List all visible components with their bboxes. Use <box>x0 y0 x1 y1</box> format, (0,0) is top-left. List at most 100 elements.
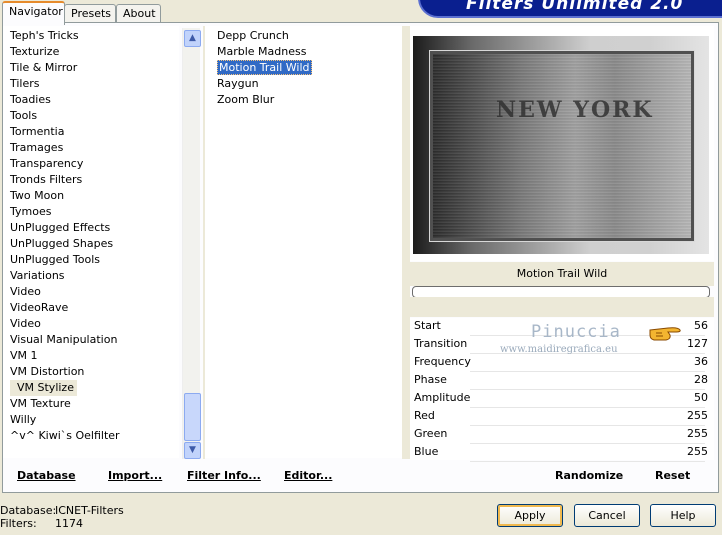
category-item[interactable]: VM Stylize <box>3 380 179 396</box>
category-item[interactable]: Visual Manipulation <box>3 332 179 348</box>
reset-button[interactable]: Reset <box>655 469 690 482</box>
cancel-button[interactable]: Cancel <box>574 504 640 527</box>
category-item[interactable]: UnPlugged Tools <box>3 252 179 268</box>
category-label: Tools <box>10 109 38 122</box>
editor-button[interactable]: Editor... <box>284 469 332 482</box>
category-item[interactable]: Tormentia <box>3 124 179 140</box>
filter-item[interactable]: Raygun <box>205 76 402 92</box>
filter-item[interactable]: Motion Trail Wild <box>205 60 402 76</box>
category-item[interactable]: Toadies <box>3 92 179 108</box>
category-label: UnPlugged Effects <box>10 221 111 234</box>
category-item[interactable]: Teph's Tricks <box>3 28 179 44</box>
preview-picture: NEW YORK <box>429 50 695 242</box>
category-label: UnPlugged Shapes <box>10 237 114 250</box>
filter-label: Motion Trail Wild <box>217 60 312 75</box>
param-value: 127 <box>687 337 708 350</box>
category-label: Transparency <box>10 157 84 170</box>
watermark-url: www.maidiregrafica.eu <box>500 344 618 355</box>
category-label: Video <box>10 317 41 330</box>
scroll-thumb[interactable] <box>184 393 201 441</box>
category-label: Toadies <box>10 93 51 106</box>
category-label: Teph's Tricks <box>10 29 79 42</box>
category-item[interactable]: Variations <box>3 268 179 284</box>
category-label: VM Stylize <box>10 380 77 396</box>
category-item[interactable]: Tronds Filters <box>3 172 179 188</box>
import-button[interactable]: Import... <box>108 469 162 482</box>
randomize-button[interactable]: Randomize <box>555 469 623 482</box>
app-title: Filters Unlimited 2.0 <box>466 0 684 14</box>
preview-image: NEW YORK <box>413 36 709 254</box>
scroll-up-button[interactable]: ▲ <box>184 30 201 47</box>
param-value: 36 <box>694 355 708 368</box>
param-row[interactable]: Amplitude 50 <box>410 390 714 408</box>
param-value: 56 <box>694 319 708 332</box>
filter-item[interactable]: Zoom Blur <box>205 92 402 108</box>
param-name: Amplitude <box>414 391 471 404</box>
param-name: Blue <box>414 445 439 458</box>
category-item[interactable]: VM Texture <box>3 396 179 412</box>
category-item[interactable]: VM 1 <box>3 348 179 364</box>
category-label: Willy <box>10 413 37 426</box>
param-name: Start <box>414 319 441 332</box>
filter-item[interactable]: Depp Crunch <box>205 28 402 44</box>
category-label: Tymoes <box>10 205 52 218</box>
param-row[interactable]: Phase 28 <box>410 372 714 390</box>
category-label: Variations <box>10 269 65 282</box>
category-item[interactable]: UnPlugged Effects <box>3 220 179 236</box>
category-label: Two Moon <box>10 189 65 202</box>
param-row[interactable]: Red 255 <box>410 408 714 426</box>
scroll-down-button[interactable]: ▼ <box>184 442 201 459</box>
param-row[interactable]: Frequency 36 <box>410 354 714 372</box>
param-row[interactable]: Blue 255 <box>410 444 714 462</box>
category-label: VideoRave <box>10 301 69 314</box>
category-item[interactable]: Tools <box>3 108 179 124</box>
filter-label: Depp Crunch <box>217 29 289 42</box>
category-item[interactable]: Willy <box>3 412 179 428</box>
filter-info-button[interactable]: Filter Info... <box>187 469 261 482</box>
category-item[interactable]: Transparency <box>3 156 179 172</box>
param-row[interactable]: Green 255 <box>410 426 714 444</box>
category-item[interactable]: Tymoes <box>3 204 179 220</box>
category-item[interactable]: Tramages <box>3 140 179 156</box>
category-item[interactable]: Tilers <box>3 76 179 92</box>
apply-button[interactable]: Apply <box>497 504 563 527</box>
param-value: 255 <box>687 427 708 440</box>
filter-item[interactable]: Marble Madness <box>205 44 402 60</box>
help-button[interactable]: Help <box>650 504 716 527</box>
filters-count-value: 1174 <box>55 517 83 530</box>
category-item[interactable]: Video <box>3 316 179 332</box>
category-item[interactable]: Video <box>3 284 179 300</box>
category-item[interactable]: Tile & Mirror <box>3 60 179 76</box>
category-item[interactable]: UnPlugged Shapes <box>3 236 179 252</box>
category-label: Visual Manipulation <box>10 333 118 346</box>
category-item[interactable]: VM Distortion <box>3 364 179 380</box>
param-name: Red <box>414 409 435 422</box>
category-item[interactable]: Texturize <box>3 44 179 60</box>
category-label: Tramages <box>10 141 64 154</box>
category-item[interactable]: VideoRave <box>3 300 179 316</box>
category-label: UnPlugged Tools <box>10 253 100 266</box>
filter-list[interactable]: Depp Crunch Marble Madness Motion Trail Wi… <box>205 26 402 458</box>
category-label: Tile & Mirror <box>10 61 78 74</box>
filter-label: Marble Madness <box>217 45 307 58</box>
database-button[interactable]: Database <box>17 469 76 482</box>
filter-label: Raygun <box>217 77 259 90</box>
database-status-value: ICNET-Filters <box>55 504 124 517</box>
tab-about[interactable]: About <box>116 4 161 23</box>
chevron-down-icon: ▼ <box>189 445 196 455</box>
category-label: ^v^ Kiwi`s Oelfilter <box>10 429 120 442</box>
category-item[interactable]: ^v^ Kiwi`s Oelfilter <box>3 428 179 444</box>
category-label: Tormentia <box>10 125 65 138</box>
tab-presets[interactable]: Presets <box>64 4 116 23</box>
tab-navigator[interactable]: Navigator <box>2 1 65 25</box>
category-scrollbar[interactable]: ▲ ▼ <box>182 28 201 459</box>
category-item[interactable]: Two Moon <box>3 188 179 204</box>
param-name: Phase <box>414 373 447 386</box>
param-slider-track[interactable] <box>470 461 705 462</box>
category-label: Tronds Filters <box>10 173 83 186</box>
category-list[interactable]: Teph's Tricks Texturize Tile & Mirror Tiler… <box>3 26 179 458</box>
watermark-name: Pinuccia <box>531 322 621 342</box>
param-value: 255 <box>687 445 708 458</box>
category-label: VM Distortion <box>10 365 85 378</box>
filter-label: Zoom Blur <box>217 93 275 106</box>
